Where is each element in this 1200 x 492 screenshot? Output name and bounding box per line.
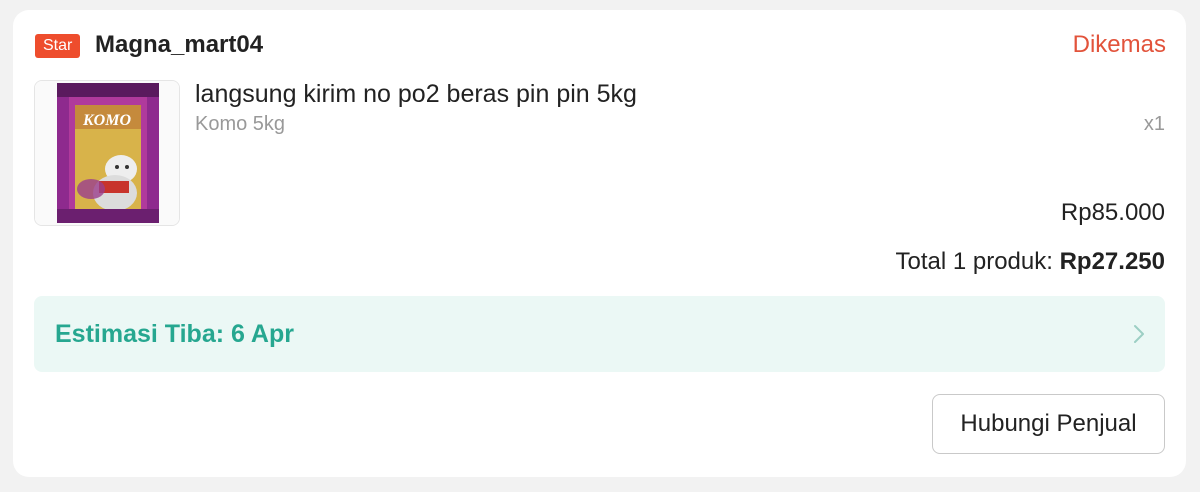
star-seller-badge: Star [35, 34, 81, 58]
estimated-arrival-label: Estimasi Tiba: [55, 320, 225, 348]
shop-header[interactable]: Star Magna_mart04 Dikemas [35, 30, 1166, 60]
order-total: Total 1 produk: Rp27.250 [895, 247, 1165, 277]
product-price: Rp85.000 [1060, 199, 1165, 226]
order-total-label: Total 1 produk: [895, 248, 1053, 275]
svg-text:KOMO: KOMO [82, 112, 131, 129]
order-status: Dikemas [1072, 31, 1166, 58]
shop-name[interactable]: Magna_mart04 [95, 30, 263, 60]
product-name[interactable]: langsung kirim no po2 beras pin pin 5kg [195, 79, 637, 109]
product-quantity: x1 [1143, 113, 1165, 135]
order-card[interactable]: Star Magna_mart04 Dikemas KOMO langsung … [13, 10, 1186, 477]
product-image[interactable]: KOMO [34, 80, 180, 226]
chevron-right-icon [1134, 325, 1144, 343]
rice-bag-image: KOMO [35, 81, 179, 225]
estimated-arrival-date: 6 Apr [231, 320, 294, 348]
estimated-arrival-row[interactable]: Estimasi Tiba: 6 Apr [34, 296, 1165, 372]
order-total-value: Rp27.250 [1059, 248, 1165, 275]
product-variant: Komo 5kg [195, 113, 286, 135]
estimated-arrival-text: Estimasi Tiba: 6 Apr [55, 318, 294, 350]
contact-seller-button[interactable]: Hubungi Penjual [932, 394, 1165, 454]
